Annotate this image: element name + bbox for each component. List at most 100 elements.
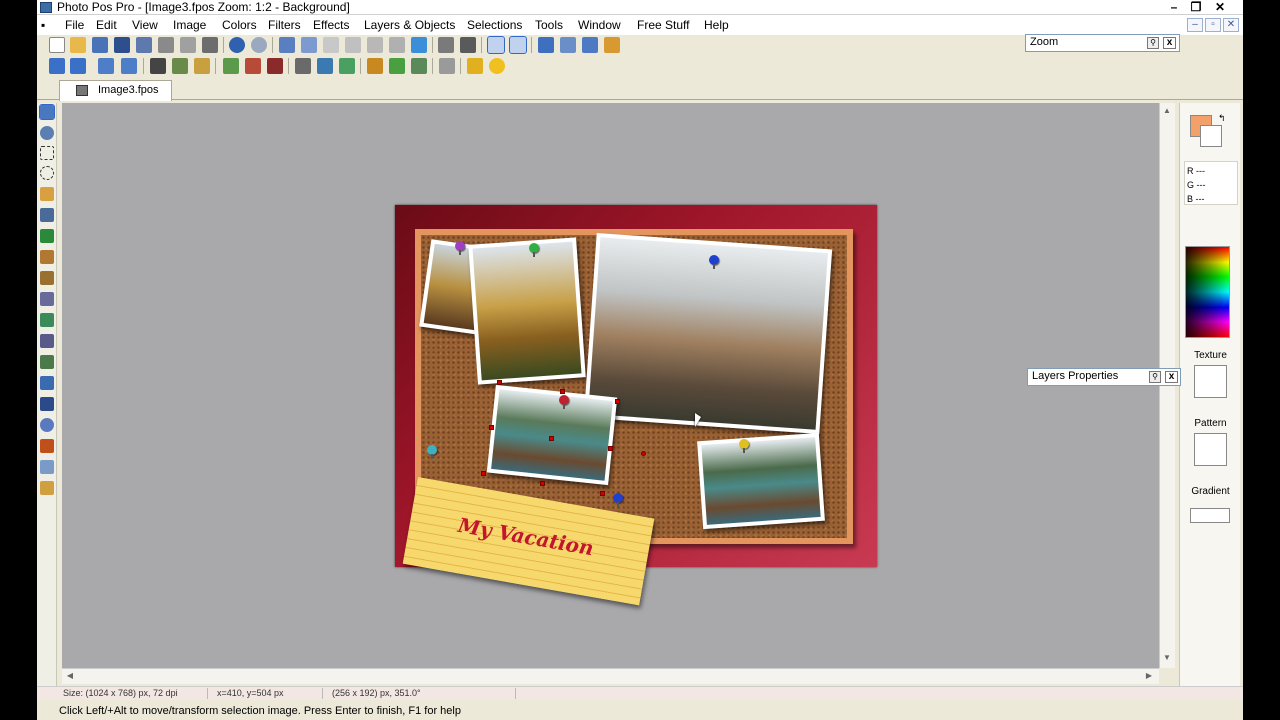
airbrush-icon[interactable] xyxy=(40,271,54,285)
texture-swatch[interactable] xyxy=(1194,365,1227,398)
pin-icon[interactable]: ⚲ xyxy=(1147,37,1159,49)
layers-panel-close-button[interactable]: x xyxy=(1165,371,1178,383)
menu-view[interactable]: View xyxy=(132,18,158,32)
menu-image[interactable]: Image xyxy=(173,18,206,32)
shape-tool-icon[interactable] xyxy=(40,418,54,432)
selection-handle[interactable] xyxy=(549,436,554,441)
scan-icon[interactable] xyxy=(202,37,218,53)
app-icon[interactable] xyxy=(40,2,52,13)
restore-button[interactable]: ❐ xyxy=(1186,0,1206,14)
text-tool-icon[interactable] xyxy=(40,397,54,411)
image-size-icon[interactable] xyxy=(150,58,166,74)
screen-capture-icon[interactable] xyxy=(411,37,427,53)
menu-layers-objects[interactable]: Layers & Objects xyxy=(364,18,455,32)
clone-icon[interactable] xyxy=(40,292,54,306)
pencil-icon[interactable] xyxy=(40,229,54,243)
selection-handle[interactable] xyxy=(608,446,613,451)
zoom-panel-close-button[interactable]: x xyxy=(1163,37,1176,49)
menu-filters[interactable]: Filters xyxy=(268,18,301,32)
menu-tools[interactable]: Tools xyxy=(535,18,563,32)
magic-tool-icon[interactable] xyxy=(487,36,505,54)
lasso-select-icon[interactable] xyxy=(40,166,54,180)
swap-colors-icon[interactable]: ↰ xyxy=(1218,113,1226,124)
selection-handle[interactable] xyxy=(497,380,502,385)
effects-icon[interactable] xyxy=(389,58,405,74)
scroll-down-icon[interactable]: ▼ xyxy=(1160,651,1174,665)
flip-vertical-icon[interactable] xyxy=(121,58,137,74)
photo-boat-selected[interactable] xyxy=(486,384,618,486)
rotation-handle[interactable] xyxy=(641,451,646,456)
curves-icon[interactable] xyxy=(339,58,355,74)
layer-up-icon[interactable] xyxy=(223,58,239,74)
zoom-in-icon[interactable] xyxy=(438,37,454,53)
crop-tool-icon[interactable] xyxy=(40,208,54,222)
selection-handle[interactable] xyxy=(540,481,545,486)
menu-effects[interactable]: Effects xyxy=(313,18,349,32)
zoom-tool-icon[interactable] xyxy=(40,126,54,140)
rect-select-icon[interactable] xyxy=(40,146,54,160)
photo-temple[interactable] xyxy=(468,237,586,385)
menu-edit[interactable]: Edit xyxy=(96,18,117,32)
flip-horizontal-icon[interactable] xyxy=(98,58,114,74)
menu-window[interactable]: Window xyxy=(578,18,621,32)
horizontal-scrollbar[interactable]: ◀ ▶ xyxy=(62,668,1159,684)
close-button[interactable]: ✕ xyxy=(1210,0,1230,14)
rotate-left-icon[interactable] xyxy=(49,58,65,74)
selection-handle[interactable] xyxy=(560,389,565,394)
mdi-restore-button[interactable]: ▫ xyxy=(1205,18,1221,32)
print-preview-icon[interactable] xyxy=(180,37,196,53)
brush-icon[interactable] xyxy=(40,250,54,264)
layer-down-icon[interactable] xyxy=(245,58,261,74)
mdi-close-button[interactable]: ✕ xyxy=(1223,18,1239,32)
scroll-right-icon[interactable]: ▶ xyxy=(1142,669,1156,683)
scroll-up-icon[interactable]: ▲ xyxy=(1160,104,1174,118)
new-file-icon[interactable] xyxy=(49,37,65,53)
pattern-swatch[interactable] xyxy=(1194,433,1227,466)
canvas-size-icon[interactable] xyxy=(172,58,188,74)
background-color-swatch[interactable] xyxy=(1200,125,1222,147)
browse-icon[interactable] xyxy=(92,37,108,53)
pin-icon[interactable]: ⚲ xyxy=(1149,371,1161,383)
menu-selections[interactable]: Selections xyxy=(467,18,522,32)
zoom-out-icon[interactable] xyxy=(460,37,476,53)
paste-object-icon[interactable] xyxy=(389,37,405,53)
zoom-panel[interactable]: Zoom ⚲ x xyxy=(1025,34,1180,52)
paste-layer-icon[interactable] xyxy=(367,37,383,53)
eraser-icon[interactable] xyxy=(40,460,54,474)
save-icon[interactable] xyxy=(114,37,130,53)
redo-icon[interactable] xyxy=(251,37,267,53)
paste-icon[interactable] xyxy=(323,37,339,53)
hand-tool-icon[interactable] xyxy=(40,481,54,495)
open-folder-icon[interactable] xyxy=(70,37,86,53)
color-picker-icon[interactable] xyxy=(40,439,54,453)
object-icon[interactable] xyxy=(439,58,455,74)
paste-new-icon[interactable] xyxy=(345,37,361,53)
red-eye-icon[interactable] xyxy=(267,58,283,74)
grid-icon[interactable] xyxy=(538,37,554,53)
lightning-icon[interactable] xyxy=(467,58,483,74)
menu-file[interactable]: File xyxy=(65,18,84,32)
frame-icon[interactable] xyxy=(367,58,383,74)
undo-icon[interactable] xyxy=(229,37,245,53)
selection-handle[interactable] xyxy=(615,399,620,404)
menu-free-stuff[interactable]: Free Stuff xyxy=(637,18,689,32)
canvas-icon[interactable] xyxy=(582,37,598,53)
cut-icon[interactable] xyxy=(279,37,295,53)
print-icon[interactable] xyxy=(158,37,174,53)
move-tool-icon[interactable] xyxy=(39,104,55,120)
histogram-icon[interactable] xyxy=(295,58,311,74)
save-as-icon[interactable] xyxy=(136,37,152,53)
rotate-right-icon[interactable] xyxy=(70,58,86,74)
transform-tool-icon[interactable] xyxy=(509,36,527,54)
fill-icon[interactable] xyxy=(40,376,54,390)
copy-icon[interactable] xyxy=(301,37,317,53)
tab-image3[interactable]: Image3.fpos xyxy=(59,80,172,101)
selection-handle[interactable] xyxy=(481,471,486,476)
canvas-area[interactable]: My Vacation xyxy=(62,103,1159,668)
star-icon[interactable] xyxy=(489,58,505,74)
mdi-minimize-button[interactable]: – xyxy=(1187,18,1203,32)
selection-handle[interactable] xyxy=(600,491,605,496)
minimize-button[interactable]: – xyxy=(1164,0,1184,14)
layers-properties-panel[interactable]: Layers Properties ⚲ x xyxy=(1027,368,1181,386)
app-menu-icon[interactable]: ▪ xyxy=(41,18,45,32)
